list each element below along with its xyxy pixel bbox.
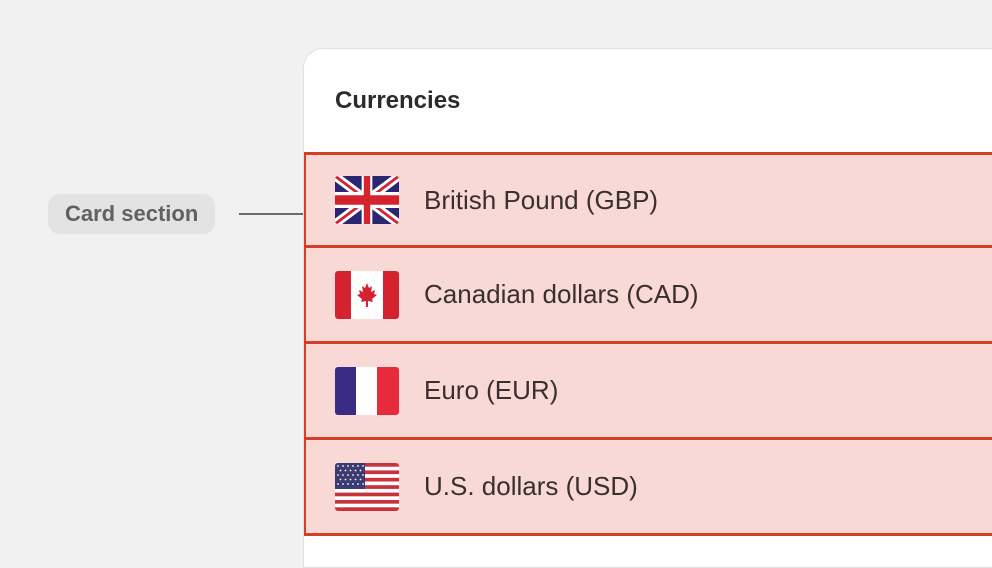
currency-label: U.S. dollars (USD) [424, 471, 638, 501]
card-header: Currencies [304, 49, 992, 152]
currency-row-cad[interactable]: Canadian dollars (CAD) [304, 248, 992, 344]
currency-label: Canadian dollars (CAD) [424, 279, 699, 309]
us-flag-icon [335, 462, 399, 511]
annotation-connector-line [239, 213, 305, 215]
eu-flag-icon [335, 366, 399, 415]
card-section-annotation: Card section [48, 194, 216, 234]
currency-list: British Pound (GBP) Canadian dollars (CA… [304, 152, 992, 536]
uk-flag-icon [335, 176, 399, 224]
currency-row-eur[interactable]: Euro (EUR) [304, 344, 992, 440]
currency-label: British Pound (GBP) [424, 184, 659, 215]
canada-flag-icon [335, 270, 399, 319]
currency-label: Euro (EUR) [424, 375, 559, 405]
card-title: Currencies [335, 86, 461, 114]
annotation-label: Card section [65, 201, 199, 226]
currencies-card: Currencies British Pound (GBP) Canadian … [303, 48, 992, 568]
currency-row-gbp[interactable]: British Pound (GBP) [304, 152, 992, 248]
